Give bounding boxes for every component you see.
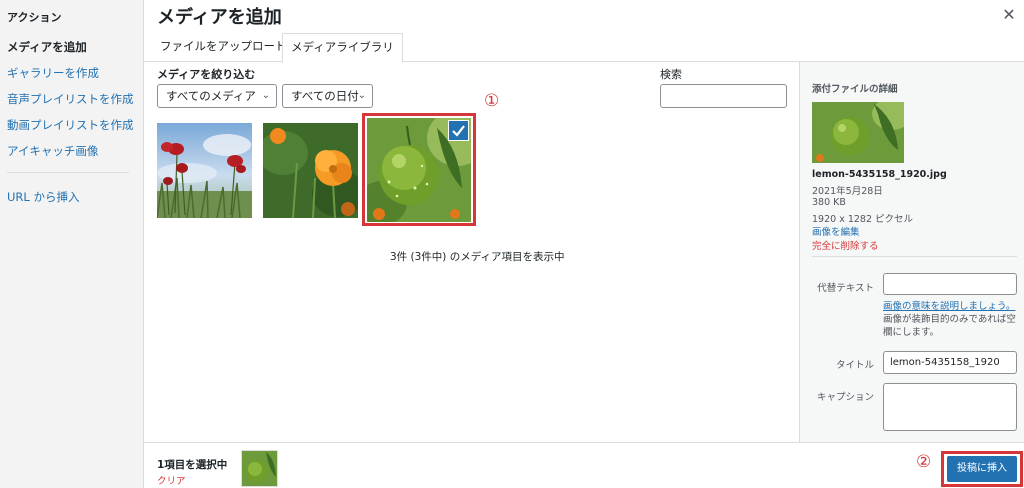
selected-thumbnail[interactable] — [242, 451, 277, 486]
delete-permanently-link[interactable]: 完全に削除する — [812, 238, 879, 252]
edit-image-link[interactable]: 画像を編集 — [812, 224, 860, 238]
sidebar-item-add-media[interactable]: メディアを追加 — [7, 39, 87, 55]
media-type-select-value: すべてのメディア — [166, 89, 256, 103]
attachment-filename: lemon-5435158_1920.jpg — [812, 169, 947, 180]
attachment-details-heading: 添付ファイルの詳細 — [812, 84, 898, 95]
media-toolbar: 1項目を選択中 クリア ② 投稿に挿入 — [144, 442, 1024, 488]
sidebar-heading: アクション — [7, 11, 62, 24]
alt-text-help-link[interactable]: 画像の意味を説明しましょう。 — [883, 301, 1015, 312]
lemon-preview-image — [812, 102, 904, 163]
annotation-marker-2: ② — [916, 452, 932, 472]
tab-media-library[interactable]: メディアライブラリ — [282, 33, 403, 63]
attachment-preview — [812, 102, 904, 163]
sidebar: アクション メディアを追加 ギャラリーを作成 音声プレイリストを作成 動画プレイ… — [0, 0, 144, 488]
media-thumbnail-orange-poppy[interactable] — [263, 123, 358, 218]
title-label: タイトル — [835, 360, 874, 371]
close-icon[interactable]: ✕ — [998, 4, 1020, 26]
title-input[interactable]: lemon-5435158_1920 — [883, 351, 1017, 374]
date-select-value: すべての日付 — [291, 89, 359, 103]
media-thumbnail-lemon[interactable] — [367, 118, 471, 222]
orange-poppy-image — [263, 123, 358, 218]
annotation-marker-1: ① — [484, 91, 500, 111]
search-input[interactable] — [660, 84, 787, 108]
media-count-text: 3件 (3件中) のメディア項目を表示中 — [390, 251, 565, 263]
filter-label: メディアを絞り込む — [157, 68, 256, 81]
chevron-down-icon: ⌄ — [261, 90, 270, 101]
selection-count: 1項目を選択中 — [157, 459, 228, 471]
attachment-date: 2021年5月28日 — [812, 186, 883, 197]
sidebar-item-create-audio-playlist[interactable]: 音声プレイリストを作成 — [7, 91, 134, 107]
alt-text-help-text: 画像が装飾目的のみであれば空欄にします。 — [883, 314, 1016, 338]
selected-lemon-thumbnail-image — [242, 451, 277, 486]
caption-textarea[interactable] — [883, 383, 1017, 431]
alt-text-label: 代替テキスト — [817, 283, 874, 294]
modal-title: メディアを追加 — [157, 7, 282, 28]
clear-selection-link[interactable]: クリア — [157, 473, 186, 487]
sidebar-item-insert-from-url[interactable]: URL から挿入 — [7, 189, 79, 205]
insert-into-post-button[interactable]: 投稿に挿入 — [947, 456, 1017, 482]
attachment-dimensions: 1920 x 1282 ピクセル — [812, 214, 914, 225]
chevron-down-icon: ⌄ — [357, 90, 366, 101]
sidebar-item-featured-image[interactable]: アイキャッチ画像 — [7, 143, 98, 159]
details-divider — [812, 256, 1017, 257]
search-label: 検索 — [660, 68, 682, 81]
sidebar-item-create-video-playlist[interactable]: 動画プレイリストを作成 — [7, 117, 134, 133]
media-type-select[interactable]: すべてのメディア ⌄ — [157, 84, 277, 108]
alt-text-help: 画像の意味を説明しましょう。 画像が装飾目的のみであれば空欄にします。 — [883, 300, 1021, 339]
alt-text-input[interactable] — [883, 273, 1017, 295]
selected-check-icon[interactable] — [449, 121, 468, 140]
attachment-details-panel: 添付ファイルの詳細 lemon-5435158_1920.jpg 2021年5月… — [799, 62, 1024, 442]
date-select[interactable]: すべての日付 ⌄ — [282, 84, 373, 108]
sidebar-separator — [7, 172, 129, 173]
attachment-size: 380 KB — [812, 197, 846, 208]
sidebar-item-create-gallery[interactable]: ギャラリーを作成 — [7, 65, 99, 81]
red-flowers-image — [157, 123, 252, 218]
media-thumbnail-red-flowers[interactable] — [157, 123, 252, 218]
tab-bar: ファイルをアップロード メディアライブラリ — [144, 33, 1024, 63]
caption-label: キャプション — [816, 392, 874, 403]
tab-upload-files[interactable]: ファイルをアップロード — [152, 33, 295, 62]
